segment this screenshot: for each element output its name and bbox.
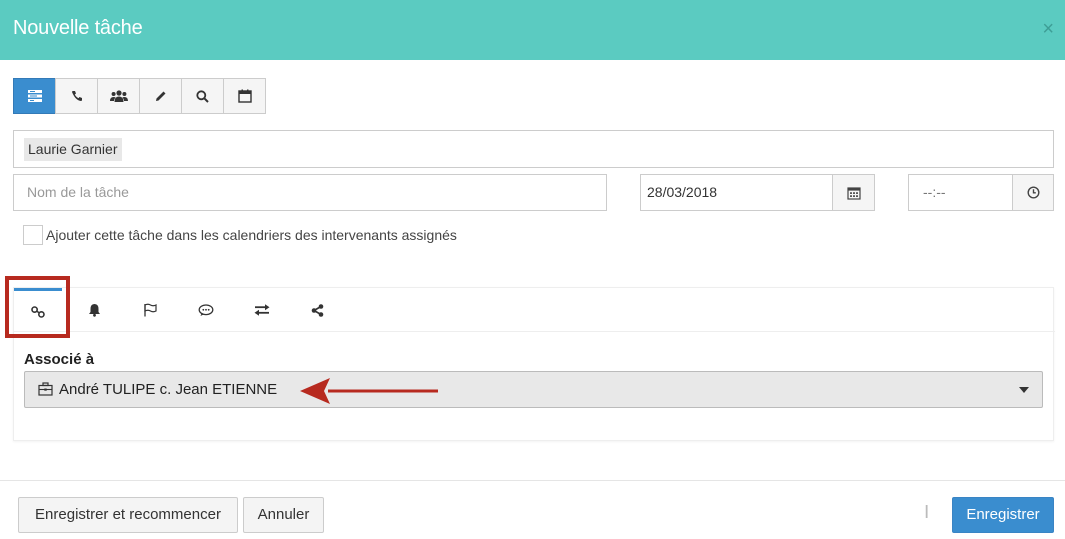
save-and-restart-button[interactable]: Enregistrer et recommencer bbox=[18, 497, 238, 533]
annotation-arrow-icon bbox=[300, 378, 438, 404]
task-type-calendar-button[interactable] bbox=[223, 78, 266, 114]
flag-icon bbox=[144, 303, 157, 317]
exchange-icon bbox=[254, 304, 270, 316]
task-name-input[interactable]: Nom de la tâche bbox=[13, 174, 607, 211]
time-input[interactable]: --:-- bbox=[908, 174, 1013, 211]
comment-icon bbox=[198, 303, 214, 316]
task-details-panel bbox=[13, 287, 1055, 441]
date-input[interactable]: 28/03/2018 bbox=[640, 174, 833, 211]
cancel-button[interactable]: Annuler bbox=[243, 497, 324, 533]
share-icon bbox=[311, 303, 323, 317]
task-type-meeting-button[interactable] bbox=[97, 78, 140, 114]
modal-title: Nouvelle tâche bbox=[13, 17, 143, 39]
calendar-icon bbox=[846, 186, 861, 200]
associated-value: André TULIPE c. Jean ETIENNE bbox=[59, 381, 278, 398]
clock-icon bbox=[1026, 186, 1040, 199]
associated-select[interactable]: André TULIPE c. Jean ETIENNE bbox=[24, 371, 1043, 408]
chevron-down-icon bbox=[1019, 387, 1029, 393]
assignee-chip[interactable]: Laurie Garnier bbox=[24, 138, 122, 161]
task-type-search-button[interactable] bbox=[181, 78, 224, 114]
search-icon bbox=[196, 89, 209, 103]
tab-comments[interactable] bbox=[182, 288, 230, 332]
time-picker-button[interactable] bbox=[1012, 174, 1054, 211]
add-to-calendars-checkbox[interactable] bbox=[23, 225, 43, 245]
close-icon[interactable]: × bbox=[1042, 18, 1054, 40]
text-cursor-icon: I bbox=[924, 502, 930, 523]
tab-share[interactable] bbox=[293, 288, 341, 332]
group-icon bbox=[109, 90, 128, 102]
footer-divider bbox=[0, 480, 1065, 481]
briefcase-icon bbox=[38, 382, 53, 401]
tab-reminders[interactable] bbox=[70, 288, 118, 332]
bell-icon bbox=[88, 304, 100, 317]
list-icon bbox=[27, 90, 42, 102]
pencil-icon bbox=[155, 91, 165, 101]
add-to-calendars-label: Ajouter cette tâche dans les calendriers… bbox=[46, 227, 457, 243]
date-picker-button[interactable] bbox=[832, 174, 875, 211]
task-type-list-button[interactable] bbox=[13, 78, 56, 114]
task-type-edit-button[interactable] bbox=[139, 78, 182, 114]
tab-transfer[interactable] bbox=[238, 288, 286, 332]
phone-icon bbox=[71, 91, 82, 101]
calendar-icon bbox=[237, 89, 252, 103]
annotation-highlight-box bbox=[5, 276, 70, 338]
tab-priority[interactable] bbox=[126, 288, 174, 332]
assignee-field[interactable]: Laurie Garnier bbox=[13, 130, 1054, 168]
save-button[interactable]: Enregistrer bbox=[952, 497, 1054, 533]
tabs-row bbox=[14, 288, 1055, 332]
task-type-toolbar bbox=[13, 78, 266, 114]
modal-header: Nouvelle tâche × bbox=[0, 0, 1065, 60]
associated-label: Associé à bbox=[24, 351, 95, 368]
task-type-phone-button[interactable] bbox=[55, 78, 98, 114]
